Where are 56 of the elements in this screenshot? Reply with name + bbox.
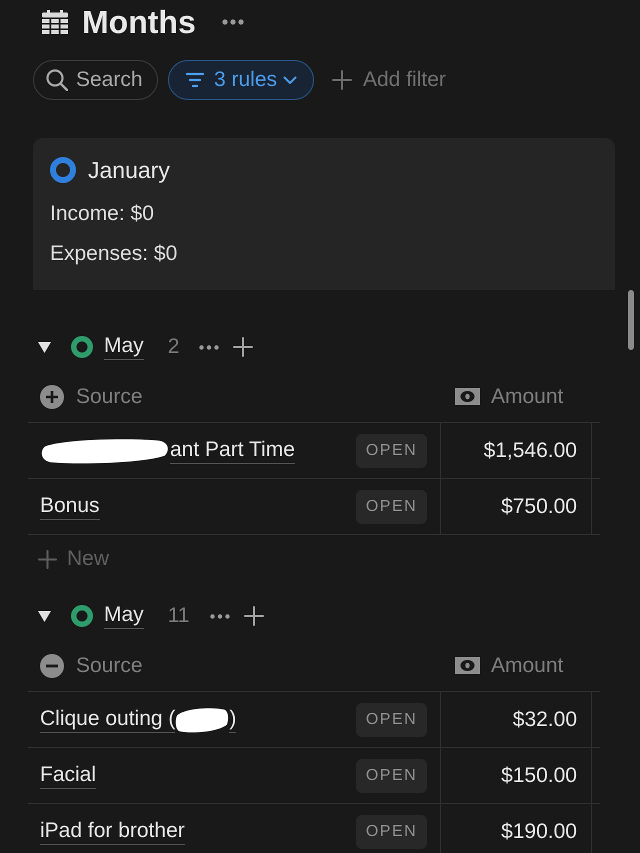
plus-icon <box>332 70 352 90</box>
scrollbar-thumb[interactable] <box>628 290 634 350</box>
amount-value: $150.00 <box>501 762 577 789</box>
add-icon[interactable] <box>244 606 264 626</box>
more-icon[interactable] <box>210 614 230 618</box>
open-button[interactable]: OPEN <box>356 702 427 736</box>
open-button[interactable]: OPEN <box>356 814 427 848</box>
banknote-icon <box>455 388 480 405</box>
open-button[interactable]: OPEN <box>356 434 427 468</box>
redaction-scribble-icon <box>175 706 230 734</box>
row-title[interactable]: Facial <box>40 762 96 789</box>
chevron-down-icon <box>283 76 298 84</box>
new-row-button[interactable]: New <box>38 543 110 575</box>
row-title[interactable]: ) <box>229 706 236 733</box>
row-title[interactable]: Clique outing ( <box>40 706 176 733</box>
plus-circle-icon <box>40 384 64 408</box>
card-property-text: Expenses: $0 <box>50 241 178 268</box>
page-title: Months <box>82 6 196 38</box>
amount-value: $750.00 <box>501 494 577 520</box>
filter-icon <box>185 72 205 88</box>
group-title[interactable]: May <box>104 603 144 629</box>
rules-filter-button[interactable]: 3 rules <box>168 60 314 100</box>
status-ring-icon <box>71 336 93 358</box>
month-card[interactable]: January Income: $0 Expenses: $0 <box>33 138 615 290</box>
search-button[interactable]: Search <box>33 60 158 100</box>
banknote-icon <box>455 657 480 674</box>
collapse-triangle-icon[interactable] <box>38 342 51 352</box>
column-header[interactable]: Source <box>76 380 143 412</box>
plus-icon <box>38 550 57 568</box>
amount-value: $1,546.00 <box>484 438 577 464</box>
amount-value: $32.00 <box>512 706 577 733</box>
row-title[interactable]: iPad for brother <box>40 818 185 845</box>
row-title[interactable]: ant Part Time <box>170 437 295 464</box>
card-title: January <box>88 156 170 185</box>
calendar-icon <box>42 10 68 34</box>
group-count: 2 <box>168 334 180 360</box>
search-icon <box>46 69 68 91</box>
open-button[interactable]: OPEN <box>356 758 427 792</box>
add-filter-button[interactable]: Add filter <box>332 60 446 100</box>
column-header[interactable]: Amount <box>491 380 564 412</box>
amount-value: $190.00 <box>501 818 577 845</box>
status-ring-icon <box>71 605 93 627</box>
card-property-text: Income: $0 <box>50 201 154 228</box>
group-count: 11 <box>168 603 190 630</box>
column-header[interactable]: Amount <box>491 650 564 682</box>
more-icon[interactable] <box>222 19 244 25</box>
more-icon[interactable] <box>199 344 220 350</box>
row-title[interactable]: Bonus <box>40 493 100 520</box>
add-icon[interactable] <box>233 337 254 357</box>
status-ring-icon <box>50 157 76 183</box>
minus-circle-icon <box>40 654 64 678</box>
redaction-scribble-icon <box>40 436 170 464</box>
open-button[interactable]: OPEN <box>356 490 427 524</box>
column-header[interactable]: Source <box>76 650 143 682</box>
collapse-triangle-icon[interactable] <box>38 610 51 622</box>
group-title[interactable]: May <box>104 334 144 360</box>
